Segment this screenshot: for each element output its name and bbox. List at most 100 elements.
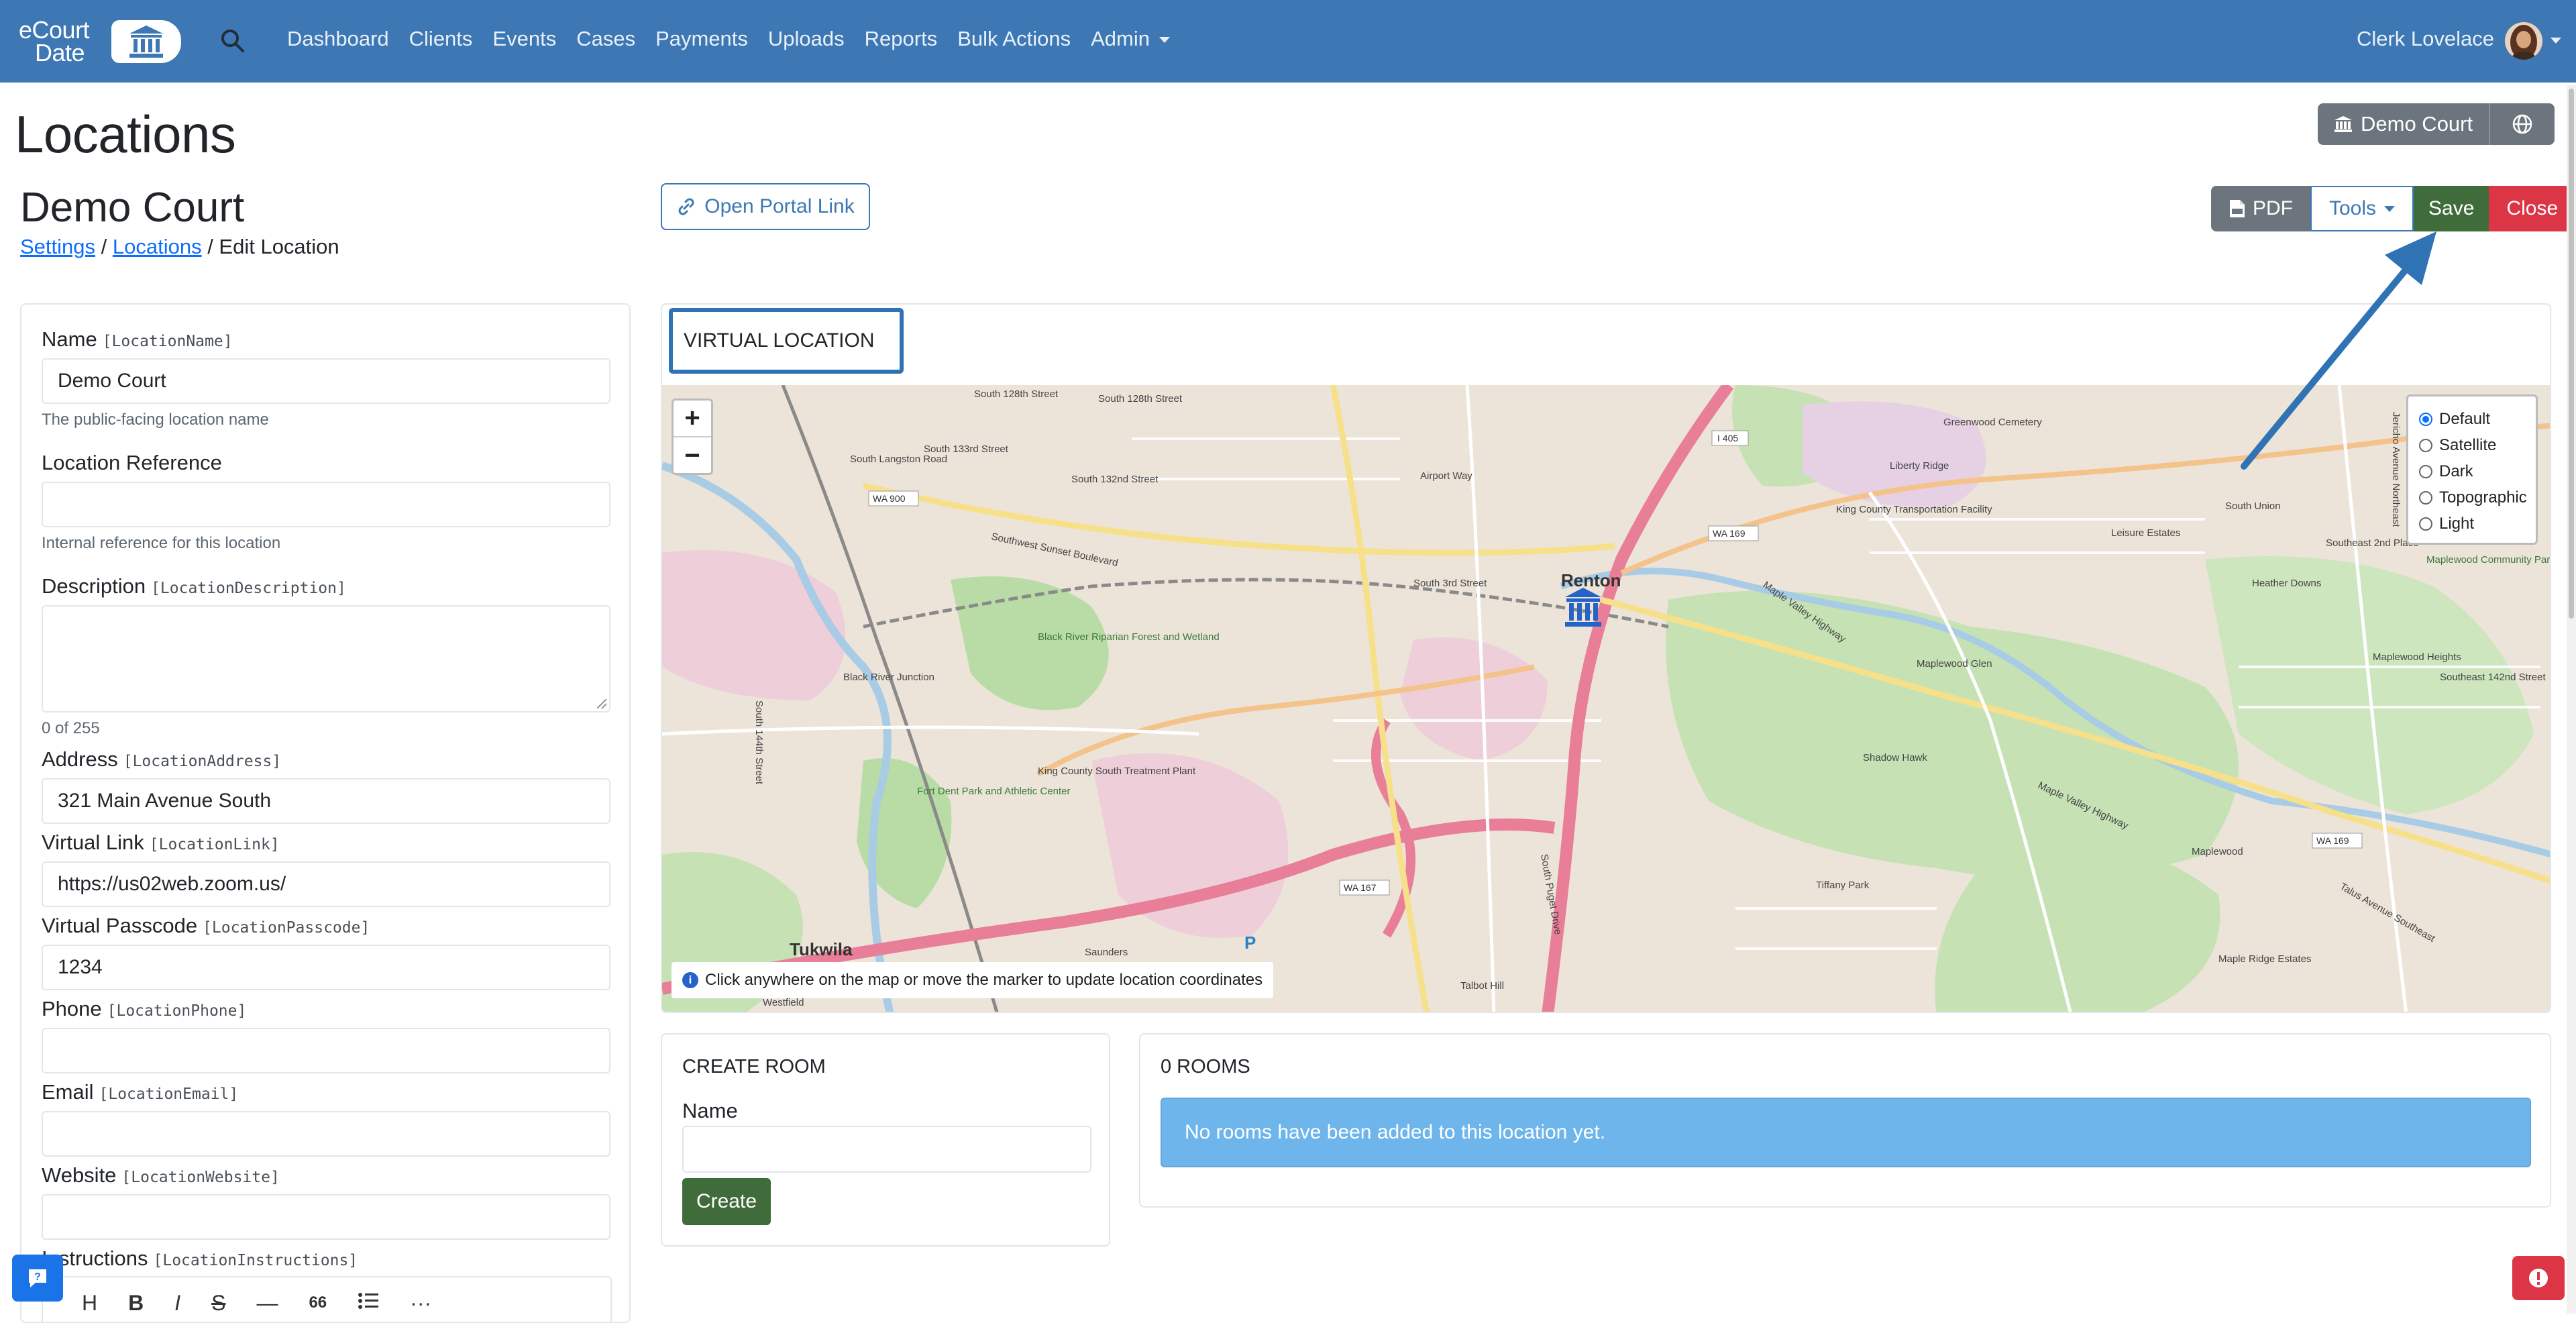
website-input[interactable] (42, 1194, 610, 1240)
bold-button[interactable]: B (128, 1291, 144, 1316)
map-label: King County South Treatment Plant (1038, 765, 1196, 777)
tools-dropdown[interactable]: Tools (2310, 186, 2414, 231)
nav-dashboard[interactable]: Dashboard (287, 27, 389, 51)
map-label: Maplewood Community Park (2426, 554, 2551, 566)
layer-dark[interactable]: Dark (2419, 458, 2525, 484)
list-icon[interactable] (358, 1291, 379, 1316)
pdf-label: PDF (2253, 197, 2293, 219)
zoom-out-button[interactable]: − (674, 437, 711, 474)
create-room-title: CREATE ROOM (682, 1056, 826, 1077)
virtual-location-card: VIRTUAL LOCATION South 128th Street Sout… (661, 303, 2551, 1013)
heading-button[interactable]: H (82, 1291, 97, 1316)
layer-light[interactable]: Light (2419, 511, 2525, 537)
room-name-input[interactable] (682, 1126, 1091, 1173)
layer-switcher: Default Satellite Dark Topographic Light (2406, 394, 2538, 545)
app-logo[interactable]: eCourt Date (19, 16, 181, 66)
resize-handle-icon[interactable] (597, 699, 606, 708)
map-label: Talbot Hill (1460, 980, 1504, 992)
instructions-code: [LocationInstructions] (153, 1252, 358, 1269)
map-tiles: South 128th Street South 128th Street So… (662, 385, 2551, 1012)
page-title: Locations (15, 105, 236, 164)
pdf-button[interactable]: PDF (2211, 186, 2310, 231)
virtual-link-input[interactable]: https://us02web.zoom.us/ (42, 861, 610, 907)
layer-topographic-label: Topographic (2439, 488, 2527, 507)
reference-field-group: Location Reference Internal reference fo… (42, 451, 612, 553)
nav-uploads[interactable]: Uploads (768, 27, 845, 51)
map-city-label: Tukwila (790, 939, 853, 959)
nav-payments[interactable]: Payments (655, 27, 748, 51)
phone-input[interactable] (42, 1028, 610, 1073)
passcode-input[interactable]: 1234 (42, 945, 610, 990)
location-map[interactable]: South 128th Street South 128th Street So… (662, 385, 2551, 1012)
italic-button[interactable]: I (174, 1291, 180, 1316)
phone-label: Phone (42, 997, 102, 1020)
rooms-card: 0 ROOMS No rooms have been added to this… (1139, 1033, 2551, 1208)
map-label: South Union (2225, 500, 2281, 512)
phone-code: [LocationPhone] (107, 1002, 247, 1020)
layer-topographic[interactable]: Topographic (2419, 484, 2527, 511)
bank-icon (2334, 116, 2352, 132)
user-menu-caret-icon[interactable] (2551, 38, 2561, 44)
description-code: [LocationDescription] (151, 580, 346, 597)
nav-cases[interactable]: Cases (576, 27, 635, 51)
strikethrough-button[interactable]: S (211, 1291, 225, 1316)
email-label: Email (42, 1080, 94, 1104)
globe-button[interactable] (2489, 103, 2555, 145)
zoom-in-button[interactable]: + (674, 401, 711, 437)
route-badge: I 405 (1717, 433, 1738, 443)
map-label: Tiffany Park (1816, 880, 1870, 891)
map-marker-icon[interactable] (1564, 586, 1603, 628)
radio-icon[interactable] (2419, 464, 2432, 478)
rooms-title: 0 ROOMS (1161, 1056, 1250, 1077)
email-input[interactable] (42, 1111, 610, 1157)
horizontal-rule-button[interactable]: — (256, 1291, 278, 1316)
nav-events[interactable]: Events (492, 27, 556, 51)
bank-icon (111, 20, 181, 63)
demo-court-button[interactable]: Demo Court (2318, 103, 2489, 145)
layer-dark-label: Dark (2439, 462, 2473, 480)
address-label: Address (42, 747, 118, 771)
nav-clients[interactable]: Clients (409, 27, 473, 51)
reference-label: Location Reference (42, 451, 222, 474)
create-room-button[interactable]: Create (682, 1178, 771, 1225)
search-icon[interactable] (219, 27, 247, 55)
more-button[interactable]: ··· (410, 1291, 431, 1316)
nav-bulk-actions[interactable]: Bulk Actions (957, 27, 1071, 51)
virtual-link-code: [LocationLink] (149, 836, 280, 853)
map-label: South 128th Street (1098, 393, 1183, 405)
alert-icon[interactable] (2512, 1256, 2565, 1300)
user-name[interactable]: Clerk Lovelace (2357, 27, 2494, 51)
radio-icon[interactable] (2419, 412, 2432, 426)
nav-reports[interactable]: Reports (865, 27, 938, 51)
layer-default[interactable]: Default (2419, 406, 2525, 432)
scrollbar-thumb[interactable] (2569, 89, 2574, 619)
virtual-location-title: VIRTUAL LOCATION (669, 308, 904, 374)
open-portal-link-label: Open Portal Link (704, 195, 855, 217)
breadcrumb-locations[interactable]: Locations (113, 235, 202, 258)
layer-satellite[interactable]: Satellite (2419, 432, 2525, 458)
map-label: Heather Downs (2252, 578, 2321, 589)
breadcrumb-settings[interactable]: Settings (20, 235, 95, 258)
radio-icon[interactable] (2419, 438, 2432, 452)
name-input[interactable]: Demo Court (42, 358, 610, 404)
radio-icon[interactable] (2419, 517, 2432, 531)
chevron-down-icon (1159, 37, 1170, 44)
breadcrumb-separator: / (201, 235, 219, 258)
quote-button[interactable]: 66 (309, 1293, 327, 1312)
save-button[interactable]: Save (2414, 186, 2489, 231)
route-badge: WA 900 (873, 493, 906, 504)
map-label: Fort Dent Park and Athletic Center (917, 786, 1070, 797)
close-button[interactable]: Close (2489, 186, 2576, 231)
reference-input[interactable] (42, 482, 610, 527)
phone-field-group: Phone [LocationPhone] (42, 997, 612, 1073)
avatar[interactable] (2505, 22, 2542, 60)
address-input[interactable]: 321 Main Avenue South (42, 778, 610, 824)
map-label: Greenwood Cemetery (1943, 417, 2042, 428)
description-textarea[interactable] (42, 605, 610, 712)
open-portal-link-button[interactable]: Open Portal Link (661, 183, 870, 230)
tools-label: Tools (2329, 197, 2377, 219)
nav-admin[interactable]: Admin (1091, 27, 1170, 51)
chat-icon[interactable]: ? (12, 1255, 63, 1302)
radio-icon[interactable] (2419, 490, 2432, 505)
route-badge: WA 169 (2316, 835, 2349, 846)
